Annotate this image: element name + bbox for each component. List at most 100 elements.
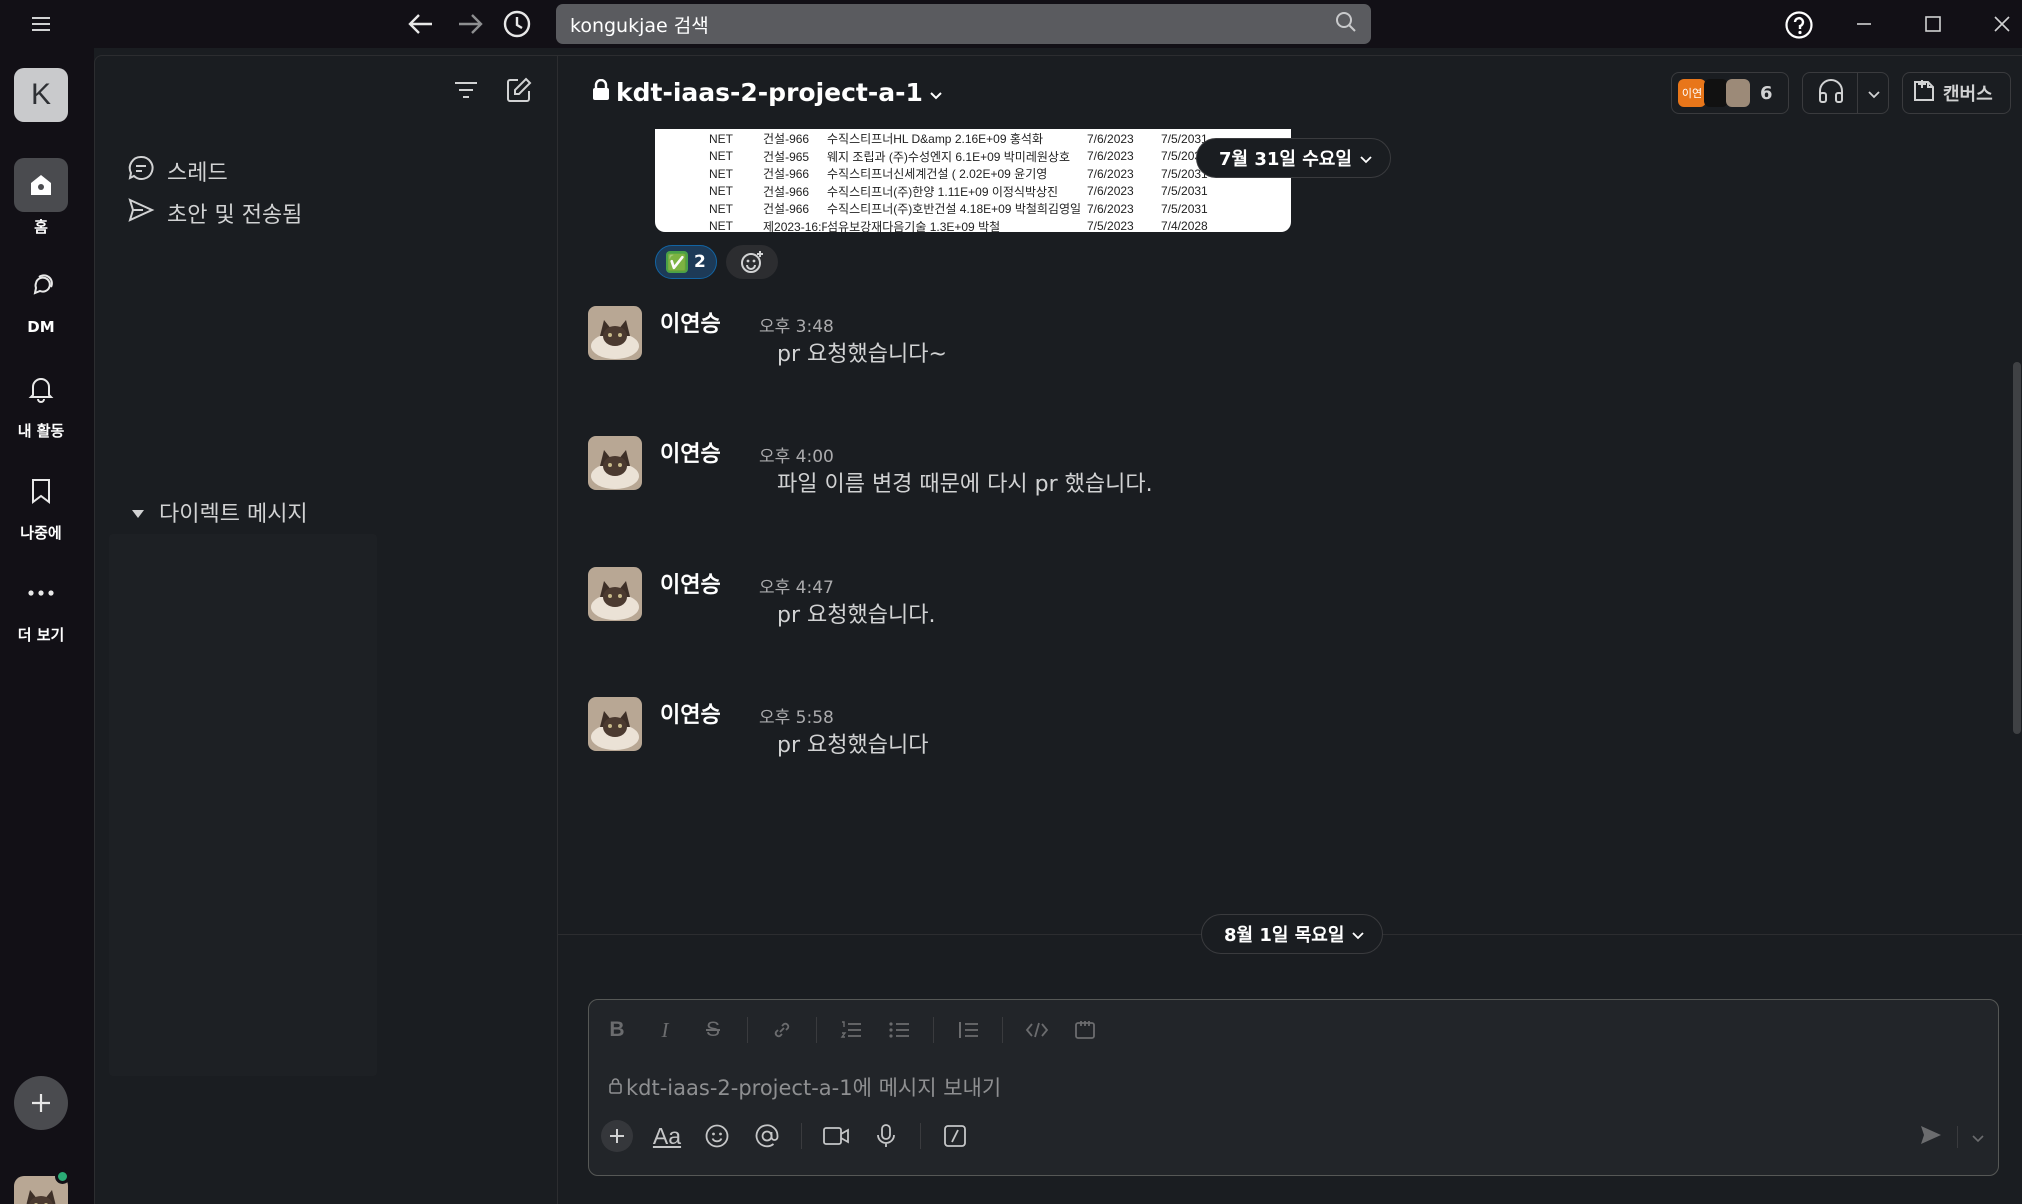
preview-cell: 7/6/2023	[1087, 184, 1134, 199]
channel-header: kdt-iaas-2-project-a-1 이연 6 캔버스	[558, 56, 2022, 128]
ordered-list-icon[interactable]	[837, 1016, 865, 1044]
maximize-icon[interactable]	[1921, 12, 1945, 36]
message-timestamp[interactable]: 오후 4:00	[759, 442, 834, 467]
help-icon[interactable]	[1783, 9, 1815, 41]
author-avatar[interactable]	[588, 697, 642, 751]
history-clock-icon[interactable]	[500, 8, 534, 40]
rail-item-later[interactable]: 나중에	[0, 464, 82, 543]
member-count: 6	[1760, 82, 1773, 104]
italic-button[interactable]: I	[651, 1016, 679, 1044]
canvas-button[interactable]: 캔버스	[1902, 72, 2011, 114]
strikethrough-button[interactable]: S	[699, 1016, 727, 1044]
attach-plus-button[interactable]	[601, 1120, 633, 1152]
compose-icon[interactable]	[505, 76, 533, 108]
sidebar-item-drafts-label: 초안 및 전송됨	[167, 203, 303, 228]
send-arrow-icon	[127, 196, 155, 230]
add-reaction-button[interactable]	[726, 245, 778, 279]
message-author[interactable]: 이연승	[660, 306, 721, 338]
headphones-icon	[1817, 78, 1845, 108]
rail-item-more[interactable]: 더 보기	[0, 566, 82, 645]
message-composer[interactable]: B I S kdt-iaas-2-project-a-1에 메시지 보내기 Aa	[588, 999, 1999, 1176]
chevron-down-icon	[929, 78, 943, 107]
huddle-button[interactable]	[1802, 72, 1889, 114]
message-author[interactable]: 이연승	[660, 567, 721, 599]
code-block-icon[interactable]	[1071, 1016, 1099, 1044]
preview-cell: 수직스티프너(주)호반건설 4.18E+09 박철희김영일	[827, 202, 1082, 217]
slash-command-icon[interactable]	[939, 1120, 971, 1152]
add-workspace-button[interactable]	[14, 1076, 68, 1130]
members-button[interactable]: 이연 6	[1671, 72, 1789, 114]
message-text: 파일 이름 변경 때문에 다시 pr 했습니다.	[777, 472, 1153, 497]
presence-indicator	[55, 1169, 70, 1184]
message-scrollbar[interactable]	[2013, 362, 2021, 734]
sidebar-item-drafts[interactable]: 초안 및 전송됨	[127, 196, 302, 230]
preview-row: NET 건설-966 수직스티프너(주)한양 1.11E+09 이정식박상진 7/6/…	[655, 183, 1291, 201]
lock-icon	[609, 1075, 622, 1099]
preview-cell: 7/6/2023	[1087, 166, 1134, 181]
emoji-icon[interactable]	[701, 1120, 733, 1152]
back-arrow-icon[interactable]	[404, 10, 438, 38]
preview-cell: 7/6/2023	[1087, 201, 1134, 216]
code-icon[interactable]	[1023, 1016, 1051, 1044]
preview-cell: 건설-966	[763, 132, 810, 147]
search-text: kongukjae 검색	[570, 14, 709, 37]
message-input[interactable]: kdt-iaas-2-project-a-1에 메시지 보내기	[609, 1072, 1001, 1102]
message-author[interactable]: 이연승	[660, 697, 721, 729]
bell-icon	[14, 362, 68, 416]
rail-label-dm: DM	[27, 318, 55, 336]
rail-item-dm[interactable]: DM	[0, 260, 82, 336]
date-divider-jul31[interactable]: 7월 31일 수요일	[1196, 138, 1391, 178]
author-avatar[interactable]	[588, 436, 642, 490]
author-avatar[interactable]	[588, 567, 642, 621]
message-timestamp[interactable]: 오후 5:58	[759, 703, 834, 728]
video-clip-icon[interactable]	[820, 1120, 852, 1152]
canvas-icon	[1911, 78, 1937, 108]
link-icon[interactable]	[768, 1016, 796, 1044]
composer-actions: Aa	[601, 1120, 971, 1152]
bold-button[interactable]: B	[603, 1016, 631, 1044]
preview-cell: 7/4/2028	[1161, 219, 1208, 232]
channel-name-button[interactable]: kdt-iaas-2-project-a-1	[592, 78, 943, 107]
message-author[interactable]: 이연승	[660, 436, 721, 468]
date-label: 7월 31일 수요일	[1219, 149, 1352, 170]
filter-icon[interactable]	[453, 80, 479, 104]
author-avatar[interactable]	[588, 306, 642, 360]
message-timestamp[interactable]: 오후 3:48	[759, 312, 834, 337]
formatting-toggle-button[interactable]: Aa	[651, 1120, 683, 1152]
top-bar: kongukjae 검색	[0, 0, 2022, 48]
bullet-list-icon[interactable]	[885, 1016, 913, 1044]
send-controls	[1919, 1124, 1984, 1150]
rail-item-home[interactable]: 홈	[0, 158, 82, 237]
date-divider-aug1[interactable]: 8월 1일 목요일	[1201, 914, 1384, 954]
close-icon[interactable]	[1990, 12, 2014, 36]
message-placeholder: kdt-iaas-2-project-a-1에 메시지 보내기	[626, 1076, 1002, 1100]
search-bar[interactable]: kongukjae 검색	[556, 4, 1371, 44]
message-text: pr 요청했습니다~	[777, 342, 947, 367]
threads-icon	[127, 154, 155, 188]
sidebar-item-threads[interactable]: 스레드	[127, 154, 228, 188]
preview-cell: 7/6/2023	[1087, 131, 1134, 146]
chevron-down-icon[interactable]	[1972, 1128, 1984, 1147]
message-timestamp[interactable]: 오후 4:47	[759, 573, 834, 598]
rail-item-activity[interactable]: 내 활동	[0, 362, 82, 441]
send-icon[interactable]	[1919, 1124, 1943, 1150]
forward-arrow-icon[interactable]	[453, 10, 487, 38]
sidebar-item-threads-label: 스레드	[167, 161, 228, 186]
preview-cell: 수직스티프너HL D&amp 2.16E+09 홍석화	[827, 132, 1043, 147]
search-icon[interactable]	[1335, 11, 1357, 37]
dm-section-header[interactable]: 다이렉트 메시지	[131, 496, 308, 528]
rail-label-home: 홈	[34, 218, 48, 236]
workspace-rail: K 홈 DM 내 활동 나중에 더 보기	[0, 48, 94, 1204]
check-mark-icon: ✅	[666, 251, 688, 273]
reaction-check[interactable]: ✅ 2	[655, 245, 717, 279]
image-attachment-preview[interactable]: NET 건설-966 수직스티프너HL D&amp 2.16E+09 홍석화 7/6/…	[655, 129, 1291, 232]
formatting-toolbar: B I S	[603, 1016, 1099, 1044]
mention-icon[interactable]	[751, 1120, 783, 1152]
microphone-icon[interactable]	[870, 1120, 902, 1152]
minimize-icon[interactable]	[1852, 12, 1876, 36]
chevron-down-icon[interactable]	[1868, 84, 1880, 103]
workspace-switcher[interactable]: K	[14, 68, 68, 122]
channel-sidebar: 스레드 초안 및 전송됨 다이렉트 메시지	[94, 55, 557, 1204]
blockquote-icon[interactable]	[954, 1016, 982, 1044]
menu-icon[interactable]	[28, 13, 54, 35]
